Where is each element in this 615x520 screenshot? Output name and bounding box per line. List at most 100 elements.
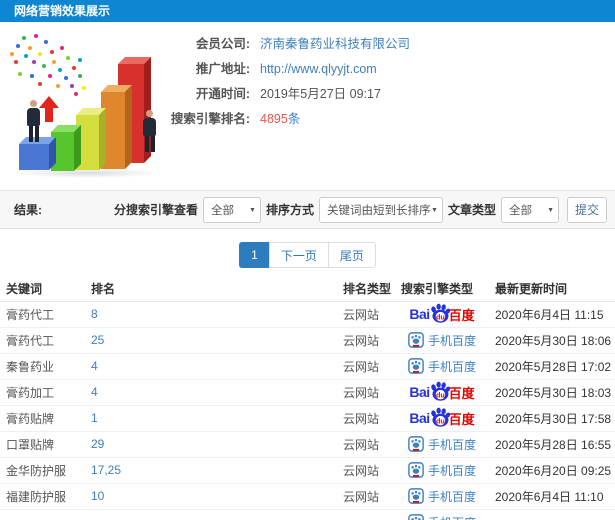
page-title: 网络营销效果展示: [14, 4, 111, 18]
updated-cell: 2020年5月28日 17:02: [489, 353, 615, 380]
promo-url-label: 推广地址:: [195, 62, 250, 76]
results-table-body: 膏药代工 8 云网站 Bai du 百度 2020年6月4日 11:15 膏药代…: [0, 301, 615, 520]
rank-type-cell: 云网站: [337, 379, 395, 406]
engine-type-cell: Bai du 百度: [395, 327, 489, 354]
rank-type-cell: 云网站: [337, 483, 395, 510]
engine-type-cell: Bai du 百度: [395, 431, 489, 458]
member-company-label: 会员公司:: [195, 37, 250, 51]
baidu-paw-icon: du: [430, 303, 450, 323]
rank-cell[interactable]: 4: [85, 379, 337, 406]
pagination-page-1[interactable]: 1: [239, 242, 270, 268]
mobile-baidu-icon: [408, 462, 424, 478]
rank-cell[interactable]: 10: [85, 483, 337, 510]
rank-cell[interactable]: 1: [85, 405, 337, 432]
rank-cell[interactable]: 4: [85, 353, 337, 380]
keyword-cell: 秦鲁药业: [0, 353, 85, 380]
baidu-paw-icon: du: [430, 381, 450, 401]
table-row: 膏药加工 4 云网站 Bai du 百度 2020年5月30日 18:03: [0, 379, 615, 406]
baidu-pc-logo-icon: Bai du 百度: [409, 303, 475, 325]
rank-cell[interactable]: 25: [85, 327, 337, 354]
baidu-mobile-badge: 手机百度: [408, 462, 476, 479]
sort-filter-label: 排序方式: [265, 203, 314, 217]
table-row: 膏药代工 25 云网站 Bai du 百度: [0, 327, 615, 354]
pagination-next-button[interactable]: 下一页: [268, 242, 329, 268]
updated-cell: [489, 509, 615, 520]
svg-text:du: du: [436, 312, 445, 321]
businessman-figure-right: [143, 110, 156, 152]
rank-type-cell: 云网站: [337, 301, 395, 328]
keyword-cell: 金华防护服: [0, 457, 85, 484]
filter-controls: 分搜索引擎查看 全部 ▼ 排序方式 关键词由短到长排序 ▼ 文章类型 全部 ▼ …: [109, 196, 607, 223]
header-keyword: 关键词: [0, 277, 85, 302]
baidu-pc-logo-icon: Bai du 百度: [409, 381, 475, 403]
member-company-link[interactable]: 济南秦鲁药业科技有限公司: [260, 37, 410, 51]
open-time-value: 2019年5月27日 09:17: [260, 87, 381, 101]
mobile-baidu-icon: [408, 488, 424, 504]
submit-button[interactable]: 提交: [567, 196, 607, 223]
table-row: 金华防护服 17,25 云网站 Bai du 百度: [0, 457, 615, 484]
baidu-mobile-badge: 手机百度: [408, 332, 476, 349]
rank-type-cell: 云网站: [337, 327, 395, 354]
company-info-fields: 会员公司: 济南秦鲁药业科技有限公司 推广地址: http://www.qlyy…: [148, 37, 410, 137]
results-table: 关键词 排名 排名类型 搜索引擎类型 最新更新时间 膏药代工 8 云网站 Bai: [0, 277, 615, 520]
pagination: 1 下一页 尾页: [0, 229, 615, 277]
updated-cell: 2020年5月28日 16:55: [489, 431, 615, 458]
keyword-cell: 福建防护服: [0, 483, 85, 510]
table-row: Bai du 百度: [0, 509, 615, 520]
promo-url-link[interactable]: http://www.qlyyjt.com: [260, 62, 377, 76]
sort-filter-select[interactable]: 关键词由短到长排序 ▼: [318, 196, 443, 223]
rank-type-cell: 云网站: [337, 457, 395, 484]
keyword-cell: 口罩贴牌: [0, 431, 85, 458]
updated-cell: 2020年5月30日 18:03: [489, 379, 615, 406]
updated-cell: 2020年6月4日 11:15: [489, 301, 615, 328]
engine-type-cell: Bai du 百度: [395, 353, 489, 380]
keyword-cell: 膏药加工: [0, 379, 85, 406]
rank-type-cell: [337, 509, 395, 520]
illustration-bar-blue: [19, 137, 56, 170]
table-row: 膏药贴牌 1 云网站 Bai du 百度 2020年5月30日 17:58: [0, 405, 615, 432]
results-filter-bar: 结果: 分搜索引擎查看 全部 ▼ 排序方式 关键词由短到长排序 ▼ 文章类型 全…: [0, 190, 615, 229]
engine-type-cell: Bai du 百度: [395, 457, 489, 484]
table-header-row: 关键词 排名 排名类型 搜索引擎类型 最新更新时间: [0, 277, 615, 302]
engine-rank-label: 搜索引擎排名:: [170, 112, 250, 126]
rank-cell[interactable]: [85, 509, 337, 520]
updated-cell: 2020年6月20日 09:25: [489, 457, 615, 484]
engine-rank-value: 4895条: [260, 112, 300, 126]
engine-type-cell: Bai du 百度: [395, 379, 489, 406]
header-engine-type: 搜索引擎类型: [395, 277, 489, 302]
engine-filter-value: 全部: [210, 204, 234, 217]
updated-cell: 2020年5月30日 17:58: [489, 405, 615, 432]
svg-text:du: du: [436, 390, 445, 399]
rank-cell[interactable]: 8: [85, 301, 337, 328]
rank-count: 4895: [260, 112, 288, 126]
baidu-pc-logo-icon: Bai du 百度: [409, 407, 475, 429]
table-row: 口罩贴牌 29 云网站 Bai du 百度: [0, 431, 615, 458]
rank-cell[interactable]: 17,25: [85, 457, 337, 484]
engine-type-cell: Bai du 百度: [395, 405, 489, 432]
sort-filter-value: 关键词由短到长排序: [326, 204, 431, 217]
pagination-last-button[interactable]: 尾页: [327, 242, 376, 268]
svg-text:du: du: [436, 416, 445, 425]
rank-cell[interactable]: 29: [85, 431, 337, 458]
table-row: 膏药代工 8 云网站 Bai du 百度 2020年6月4日 11:15: [0, 301, 615, 328]
header-rank: 排名: [85, 277, 337, 302]
baidu-mobile-badge: 手机百度: [408, 436, 476, 453]
article-type-value: 全部: [509, 204, 532, 217]
engine-filter-select[interactable]: 全部 ▼: [202, 196, 261, 223]
table-row: 福建防护服 10 云网站 Bai du 百度: [0, 483, 615, 510]
chevron-down-icon: ▼: [249, 206, 256, 214]
mobile-baidu-icon: [408, 436, 424, 452]
article-type-select[interactable]: 全部 ▼: [501, 196, 559, 223]
keyword-cell: 膏药贴牌: [0, 405, 85, 432]
mobile-baidu-icon: [408, 514, 424, 520]
baidu-mobile-badge: 手机百度: [408, 514, 476, 520]
mobile-baidu-icon: [408, 358, 424, 374]
updated-cell: 2020年5月30日 18:06: [489, 327, 615, 354]
window-title-bar: 网络营销效果展示: [0, 0, 615, 22]
rank-type-cell: 云网站: [337, 405, 395, 432]
article-type-label: 文章类型: [447, 203, 496, 217]
chevron-down-icon: ▼: [547, 206, 554, 214]
baidu-paw-icon: du: [430, 407, 450, 427]
open-time-label: 开通时间:: [195, 87, 250, 101]
company-info-panel: 会员公司: 济南秦鲁药业科技有限公司 推广地址: http://www.qlyy…: [0, 22, 615, 190]
